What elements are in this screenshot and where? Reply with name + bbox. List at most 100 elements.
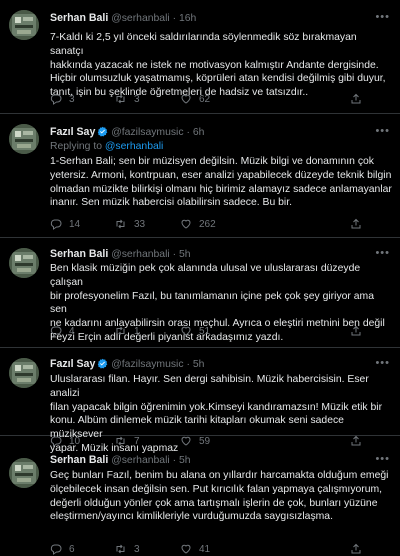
- more-dots-icon[interactable]: •••: [375, 11, 390, 23]
- avatar[interactable]: [9, 248, 39, 278]
- tweet-header: Fazıl Say @fazilsaymusic · 5h: [50, 358, 390, 372]
- tweet[interactable]: Serhan Bali @serhanbali · 16h ••• 7-Kald…: [0, 0, 400, 114]
- more-dots-icon[interactable]: •••: [375, 453, 390, 465]
- retweet-button[interactable]: 3: [114, 543, 180, 555]
- tweet[interactable]: Fazıl Say @fazilsaymusic · 5h ••• Ulusla…: [0, 348, 400, 454]
- share-button[interactable]: [350, 218, 370, 230]
- reply-button[interactable]: 14: [50, 218, 114, 230]
- author-handle[interactable]: @fazilsaymusic: [111, 359, 183, 370]
- retweet-count: 1: [134, 325, 140, 337]
- more-dots-icon[interactable]: •••: [375, 125, 390, 137]
- tweet-text: 1-Serhan Bali; sen bir müzisyen değilsin…: [50, 155, 392, 210]
- separator-dot: ·: [172, 249, 177, 260]
- speech-bubble-icon: [50, 326, 62, 337]
- timestamp[interactable]: 5h: [179, 455, 191, 466]
- author-name[interactable]: Serhan Bali: [50, 12, 108, 24]
- replying-to-label: Replying to: [50, 141, 105, 152]
- tweet-text: 7-Kaldı ki 2,5 yıl önceki saldırılarında…: [50, 31, 392, 100]
- timestamp[interactable]: 16h: [179, 13, 196, 24]
- tweet-actions: 6 3 41: [50, 542, 370, 556]
- avatar[interactable]: [9, 124, 39, 154]
- tweet-text-line: 7-Kaldı ki 2,5 yıl önceki saldırılarında…: [50, 32, 357, 57]
- reply-button[interactable]: 4: [50, 325, 114, 337]
- mention-link[interactable]: @serhanbali: [105, 141, 164, 152]
- retweet-button[interactable]: 1: [114, 325, 180, 337]
- retweet-button[interactable]: 33: [114, 218, 180, 230]
- more-dots-icon[interactable]: •••: [375, 357, 390, 369]
- reply-count: 6: [69, 543, 75, 555]
- share-icon: [351, 543, 361, 554]
- retweet-icon: [116, 326, 125, 336]
- tweet-header: Serhan Bali @serhanbali · 5h: [50, 248, 390, 262]
- like-count: 262: [199, 218, 216, 230]
- tweet-header: Fazıl Say @fazilsaymusic · 6h: [50, 126, 390, 140]
- heart-icon: [181, 219, 191, 229]
- tweet-text-line: hakkında yazacak ne istek ne motivasyon …: [50, 59, 379, 71]
- separator-dot: ·: [186, 127, 190, 138]
- tweet-text-line: Ben klasik müziğin pek çok alanında ulus…: [50, 263, 361, 288]
- tweet-text-line: değerli olduğun yönler çok ama tartışmal…: [50, 497, 378, 509]
- share-icon: [351, 218, 361, 229]
- author-name[interactable]: Serhan Bali: [50, 454, 108, 466]
- tweet-actions: 4 1 51: [50, 324, 370, 338]
- like-count: 41: [199, 543, 211, 555]
- author-handle[interactable]: @fazilsaymusic: [111, 127, 183, 138]
- tweet-thread: Serhan Bali @serhanbali · 16h ••• 7-Kald…: [0, 0, 400, 556]
- speech-bubble-icon: [50, 219, 62, 230]
- retweet-count: 3: [134, 93, 140, 105]
- retweet-icon: [116, 544, 125, 554]
- heart-icon: [181, 544, 191, 554]
- author-handle[interactable]: @serhanbali: [111, 455, 170, 466]
- like-count: 62: [199, 93, 211, 105]
- tweet-text-line: Geç bunları Fazıl, benim bu alana on yıl…: [50, 470, 389, 481]
- timestamp[interactable]: 6h: [193, 127, 205, 138]
- tweet-text-line: Hiçbir olumsuzluk yaşatmamış, köprüleri …: [50, 73, 386, 85]
- tweet-text-line: inanır. Sen müzik habercisi olabilirsin …: [50, 197, 292, 209]
- verified-badge-icon: [97, 126, 108, 140]
- avatar[interactable]: [9, 10, 39, 40]
- retweet-button[interactable]: 3: [114, 93, 180, 105]
- like-button[interactable]: 51: [180, 325, 246, 337]
- timestamp[interactable]: 5h: [179, 249, 191, 260]
- more-dots-icon[interactable]: •••: [375, 247, 390, 259]
- author-name[interactable]: Fazıl Say: [50, 126, 95, 138]
- tweet[interactable]: Serhan Bali @serhanbali · 5h ••• Geç bun…: [0, 436, 400, 556]
- tweet-text-line: ölçebilecek insan değilsin sen. Put kırı…: [50, 483, 383, 495]
- reply-count: 14: [69, 218, 81, 230]
- tweet-actions: 14 33 262: [50, 217, 370, 231]
- author-handle[interactable]: @serhanbali: [111, 249, 170, 260]
- retweet-icon: [116, 219, 125, 229]
- share-button[interactable]: [350, 93, 370, 105]
- avatar[interactable]: [9, 458, 39, 488]
- separator-dot: ·: [186, 359, 190, 370]
- reply-button[interactable]: 6: [50, 543, 114, 555]
- author-name[interactable]: Fazıl Say: [50, 358, 95, 370]
- tweet[interactable]: Fazıl Say @fazilsaymusic · 6h ••• Replyi…: [0, 114, 400, 238]
- avatar[interactable]: [9, 358, 39, 388]
- reply-count: 4: [69, 325, 75, 337]
- speech-bubble-icon: [50, 544, 62, 555]
- tweet[interactable]: Serhan Bali @serhanbali · 5h ••• Ben kla…: [0, 238, 400, 348]
- separator-dot: ·: [172, 455, 177, 466]
- tweet-actions: 3 3 62: [50, 92, 370, 106]
- retweet-count: 33: [134, 218, 146, 230]
- like-button[interactable]: 262: [180, 218, 246, 230]
- timestamp[interactable]: 5h: [193, 359, 205, 370]
- heart-icon: [181, 94, 191, 104]
- author-handle[interactable]: @serhanbali: [111, 13, 170, 24]
- like-button[interactable]: 62: [180, 93, 246, 105]
- like-count: 51: [199, 325, 211, 337]
- share-button[interactable]: [350, 543, 370, 555]
- speech-bubble-icon: [50, 94, 62, 105]
- separator-dot: ·: [172, 13, 177, 24]
- like-button[interactable]: 41: [180, 543, 246, 555]
- tweet-header: Serhan Bali @serhanbali · 5h: [50, 454, 390, 468]
- share-icon: [351, 325, 361, 336]
- verified-badge-icon: [97, 358, 108, 372]
- retweet-icon: [116, 94, 125, 104]
- tweet-text-line: olmadan müzikte bilirkişi olmanı hiç bir…: [50, 183, 392, 195]
- author-name[interactable]: Serhan Bali: [50, 248, 108, 260]
- share-button[interactable]: [350, 325, 370, 337]
- reply-button[interactable]: 3: [50, 93, 114, 105]
- tweet-text-line: Uluslararası filan. Hayır. Sen dergi sah…: [50, 374, 369, 399]
